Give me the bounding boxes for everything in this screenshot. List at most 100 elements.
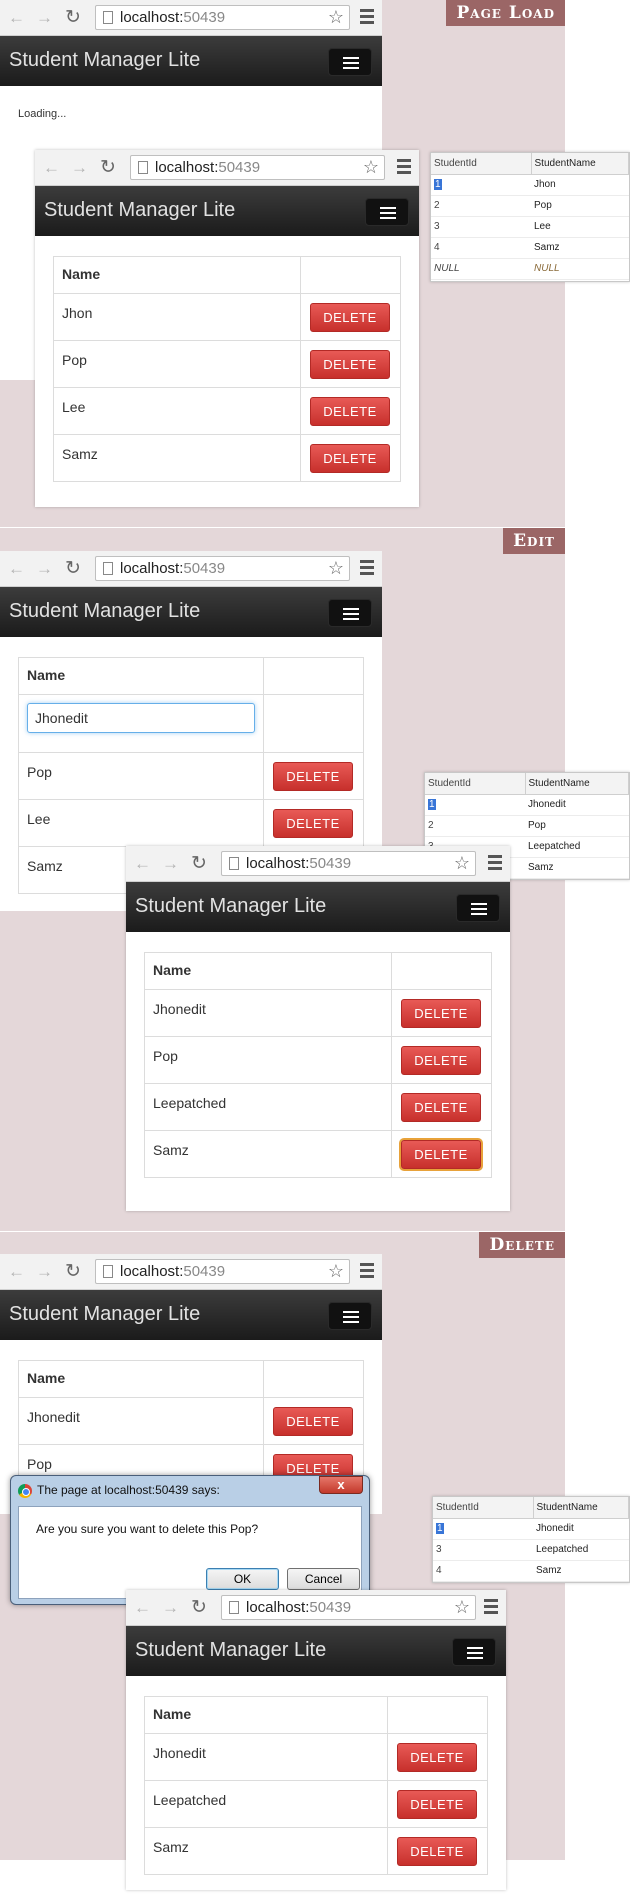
- app-brand[interactable]: Student Manager Lite: [9, 600, 200, 623]
- student-name[interactable]: Pop: [53, 340, 301, 388]
- db-cell-name[interactable]: NULL: [531, 258, 629, 280]
- student-name[interactable]: Leepatched: [144, 1780, 388, 1828]
- student-name[interactable]: Jhonedit: [144, 989, 392, 1037]
- reload-icon[interactable]: ↻: [191, 852, 207, 875]
- student-name[interactable]: Samz: [144, 1130, 392, 1178]
- back-arrow-icon[interactable]: ←: [134, 1598, 151, 1618]
- address-bar[interactable]: localhost:50439 ☆: [221, 851, 476, 876]
- db-cell-id[interactable]: NULL: [431, 258, 531, 280]
- student-name[interactable]: Samz: [53, 434, 301, 482]
- db-cell-name[interactable]: Leepatched: [533, 1539, 629, 1561]
- delete-button[interactable]: DELETE: [310, 302, 390, 332]
- delete-button[interactable]: DELETE: [401, 1045, 481, 1075]
- delete-button[interactable]: DELETE: [273, 808, 353, 838]
- student-name[interactable]: Lee: [53, 387, 301, 435]
- delete-button[interactable]: DELETE: [310, 443, 390, 473]
- reload-icon[interactable]: ↻: [65, 6, 81, 29]
- forward-arrow-icon[interactable]: →: [36, 559, 53, 579]
- star-icon[interactable]: ☆: [328, 1260, 344, 1283]
- db-cell-name[interactable]: Samz: [525, 857, 629, 879]
- db-cell-name[interactable]: Jhonedit: [533, 1518, 629, 1540]
- student-name[interactable]: Pop: [18, 752, 264, 800]
- delete-button-focused[interactable]: DELETE: [401, 1139, 481, 1169]
- student-name[interactable]: Jhonedit: [144, 1733, 388, 1781]
- forward-arrow-icon[interactable]: →: [36, 8, 53, 28]
- db-cell-name[interactable]: Samz: [531, 237, 629, 259]
- delete-button[interactable]: DELETE: [401, 1092, 481, 1122]
- app-brand[interactable]: Student Manager Lite: [9, 49, 200, 72]
- dialog-close-button[interactable]: x: [319, 1476, 363, 1494]
- app-brand[interactable]: Student Manager Lite: [135, 1639, 326, 1662]
- student-name[interactable]: Leepatched: [144, 1083, 392, 1131]
- star-icon[interactable]: ☆: [454, 852, 470, 875]
- hamburger-icon[interactable]: [365, 198, 409, 226]
- chrome-menu-icon[interactable]: [360, 9, 374, 27]
- cancel-button[interactable]: Cancel: [287, 1568, 360, 1590]
- hamburger-icon[interactable]: [328, 48, 372, 76]
- hamburger-icon[interactable]: [328, 1302, 372, 1330]
- db-cell-id[interactable]: 4: [433, 1560, 533, 1582]
- delete-button[interactable]: DELETE: [397, 1789, 477, 1819]
- back-arrow-icon[interactable]: ←: [43, 158, 60, 178]
- back-arrow-icon[interactable]: ←: [8, 1262, 25, 1282]
- address-bar[interactable]: localhost:50439 ☆: [95, 1259, 350, 1284]
- hamburger-icon[interactable]: [328, 599, 372, 627]
- db-cell-id[interactable]: 4: [431, 237, 531, 259]
- db-cell-id[interactable]: 2: [431, 195, 531, 217]
- db-cell-name[interactable]: Jhonedit: [525, 794, 629, 816]
- star-icon[interactable]: ☆: [454, 1596, 470, 1619]
- star-icon[interactable]: ☆: [328, 6, 344, 29]
- db-cell-name[interactable]: Pop: [531, 195, 629, 217]
- student-name[interactable]: Pop: [144, 1036, 392, 1084]
- forward-arrow-icon[interactable]: →: [71, 158, 88, 178]
- delete-button[interactable]: DELETE: [273, 1406, 353, 1436]
- address-bar[interactable]: localhost:50439 ☆: [130, 155, 385, 180]
- hamburger-icon[interactable]: [452, 1638, 496, 1666]
- back-arrow-icon[interactable]: ←: [134, 854, 151, 874]
- db-cell-id[interactable]: 3: [433, 1539, 533, 1561]
- db-cell-name[interactable]: Samz: [533, 1560, 629, 1582]
- db-cell-id[interactable]: 1: [436, 1523, 444, 1534]
- student-name[interactable]: Samz: [144, 1827, 388, 1875]
- db-cell-id[interactable]: 2: [425, 815, 525, 837]
- address-bar[interactable]: localhost:50439 ☆: [95, 556, 350, 581]
- chrome-menu-icon[interactable]: [397, 159, 411, 177]
- app-brand[interactable]: Student Manager Lite: [9, 1303, 200, 1326]
- forward-arrow-icon[interactable]: →: [162, 854, 179, 874]
- db-cell-name[interactable]: Leepatched: [525, 836, 629, 858]
- chrome-menu-icon[interactable]: [360, 560, 374, 578]
- db-cell-name[interactable]: Lee: [531, 216, 629, 238]
- star-icon[interactable]: ☆: [328, 557, 344, 580]
- reload-icon[interactable]: ↻: [65, 557, 81, 580]
- reload-icon[interactable]: ↻: [100, 156, 116, 179]
- delete-button[interactable]: DELETE: [397, 1836, 477, 1866]
- chrome-menu-icon[interactable]: [360, 1263, 374, 1281]
- address-bar[interactable]: localhost:50439 ☆: [95, 5, 350, 30]
- reload-icon[interactable]: ↻: [65, 1260, 81, 1283]
- forward-arrow-icon[interactable]: →: [36, 1262, 53, 1282]
- db-cell-id[interactable]: 3: [431, 216, 531, 238]
- reload-icon[interactable]: ↻: [191, 1596, 207, 1619]
- address-bar[interactable]: localhost:50439 ☆: [221, 1595, 476, 1620]
- chrome-menu-icon[interactable]: [488, 855, 502, 873]
- ok-button[interactable]: OK: [206, 1568, 279, 1590]
- db-cell-name[interactable]: Pop: [525, 815, 629, 837]
- chrome-menu-icon[interactable]: [484, 1599, 498, 1617]
- db-cell-id[interactable]: 1: [434, 179, 442, 190]
- db-cell-name[interactable]: Jhon: [531, 174, 629, 196]
- app-brand[interactable]: Student Manager Lite: [135, 895, 326, 918]
- student-name[interactable]: Lee: [18, 799, 264, 847]
- db-cell-id[interactable]: 1: [428, 799, 436, 810]
- delete-button[interactable]: DELETE: [310, 396, 390, 426]
- delete-button[interactable]: DELETE: [273, 761, 353, 791]
- app-brand[interactable]: Student Manager Lite: [44, 199, 235, 222]
- back-arrow-icon[interactable]: ←: [8, 559, 25, 579]
- star-icon[interactable]: ☆: [363, 156, 379, 179]
- hamburger-icon[interactable]: [456, 894, 500, 922]
- student-name[interactable]: Jhon: [53, 293, 301, 341]
- delete-button[interactable]: DELETE: [310, 349, 390, 379]
- student-name[interactable]: Jhonedit: [18, 1397, 264, 1445]
- forward-arrow-icon[interactable]: →: [162, 1598, 179, 1618]
- delete-button[interactable]: DELETE: [401, 998, 481, 1028]
- student-name-input[interactable]: [27, 703, 255, 733]
